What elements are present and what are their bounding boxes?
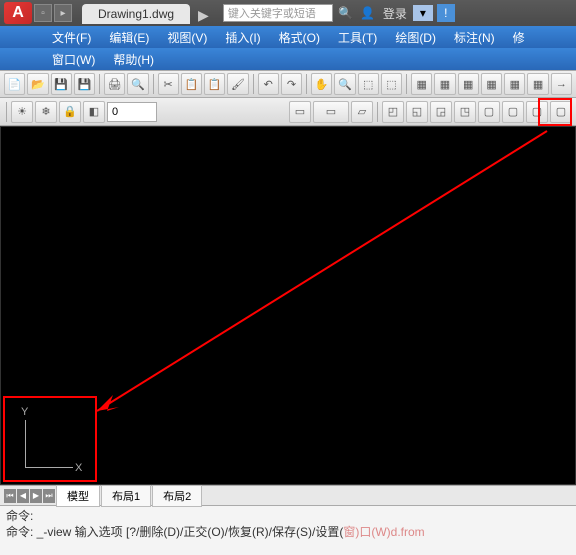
qc-icon[interactable]: ▦ [527, 73, 548, 95]
watermark-text: 窗)口(W)d.from [343, 525, 424, 539]
menu-modify[interactable]: 修 [505, 27, 533, 48]
view-iso2-icon[interactable]: ◱ [406, 101, 428, 123]
menu-file[interactable]: 文件(F) [44, 27, 99, 48]
tab-add-icon[interactable]: ▶ [192, 7, 215, 24]
info-icon[interactable]: ! [437, 4, 455, 22]
match-icon[interactable]: 🖌 [227, 73, 248, 95]
layout-nav-first-icon[interactable]: ⏮ [4, 489, 16, 503]
command-history-2: 命令: _-view 输入选项 [?/删除(D)/正交(O)/恢复(R)/保存(… [6, 524, 570, 540]
toolbar-layers-views: ☀ ❄ 🔒 ◧ 0 ▭ ▭ ▱ ◰ ◱ ◲ ◳ ▢ ▢ ▢ ▢ [0, 98, 576, 126]
layer-combo[interactable]: 0 [107, 102, 157, 122]
view-iso4-icon[interactable]: ◳ [454, 101, 476, 123]
view-back-icon[interactable]: ▢ [502, 101, 524, 123]
save-icon[interactable]: 💾 [51, 73, 72, 95]
copy-icon[interactable]: 📋 [181, 73, 202, 95]
view-top-icon[interactable]: ▱ [351, 101, 373, 123]
qat-open-icon[interactable]: ▸ [54, 4, 72, 22]
command-line[interactable]: 命令: 命令: _-view 输入选项 [?/删除(D)/正交(O)/恢复(R)… [0, 505, 576, 555]
markup-icon[interactable]: ▦ [504, 73, 525, 95]
layer-lock-icon[interactable]: 🔒 [59, 101, 81, 123]
dc-icon[interactable]: ▦ [434, 73, 455, 95]
undo-icon[interactable]: ↶ [258, 73, 279, 95]
layer-color-icon[interactable]: ◧ [83, 101, 105, 123]
search-icon[interactable]: 🔍 [337, 4, 355, 22]
zoom-win-icon[interactable]: ⬚ [358, 73, 379, 95]
drawing-canvas[interactable]: Y X [0, 126, 576, 485]
view-manager-icon[interactable]: ▭ [313, 101, 349, 123]
layout-nav-next-icon[interactable]: ▶ [30, 489, 42, 503]
annotation-arrow [1, 127, 576, 486]
layout-tab-2[interactable]: 布局2 [152, 485, 202, 507]
annotation-box-ucs [3, 396, 97, 482]
view-front-icon[interactable]: ▢ [478, 101, 500, 123]
menu-bar: 文件(F) 编辑(E) 视图(V) 插入(I) 格式(O) 工具(T) 绘图(D… [0, 26, 576, 48]
command-history-1: 命令: [6, 508, 570, 524]
layout-tab-model[interactable]: 模型 [56, 485, 100, 507]
view-left-icon[interactable]: ▢ [526, 101, 548, 123]
view-iso1-icon[interactable]: ◰ [382, 101, 404, 123]
menu-help[interactable]: 帮助(H) [105, 49, 162, 70]
paste-icon[interactable]: 📋 [204, 73, 225, 95]
arrow-icon[interactable]: → [551, 73, 572, 95]
cut-icon[interactable]: ✂ [158, 73, 179, 95]
zoom-prev-icon[interactable]: ⬚ [381, 73, 402, 95]
open-icon[interactable]: 📂 [27, 73, 48, 95]
view-iso3-icon[interactable]: ◲ [430, 101, 452, 123]
redo-icon[interactable]: ↷ [281, 73, 302, 95]
user-icon[interactable]: 👤 [359, 4, 377, 22]
preview-icon[interactable]: 🔍 [127, 73, 148, 95]
menu-format[interactable]: 格式(O) [271, 27, 328, 48]
layer-flyout-icon[interactable]: ☀ [11, 101, 33, 123]
menu-view[interactable]: 视图(V) [159, 27, 215, 48]
named-views-icon[interactable]: ▭ [289, 101, 311, 123]
qat-new-icon[interactable]: ▫ [34, 4, 52, 22]
props-icon[interactable]: ▦ [411, 73, 432, 95]
ucs-y-label: Y [21, 406, 28, 418]
menu-tools[interactable]: 工具(T) [330, 27, 385, 48]
pan-icon[interactable]: ✋ [311, 73, 332, 95]
title-bar: A ▫ ▸ Drawing1.dwg ▶ 键入关键字或短语 🔍 👤 登录 ▾ ! [0, 0, 576, 26]
layout-tab-1[interactable]: 布局1 [101, 485, 151, 507]
zoom-icon[interactable]: 🔍 [334, 73, 355, 95]
tp-icon[interactable]: ▦ [458, 73, 479, 95]
menu-window[interactable]: 窗口(W) [44, 49, 103, 70]
ucs-x-label: X [75, 462, 82, 474]
layout-nav-prev-icon[interactable]: ◀ [17, 489, 29, 503]
saveas-icon[interactable]: 💾 [74, 73, 95, 95]
layout-tabs: ⏮ ◀ ▶ ⏭ 模型 布局1 布局2 [0, 485, 576, 505]
layer-freeze-icon[interactable]: ❄ [35, 101, 57, 123]
new-icon[interactable]: 📄 [4, 73, 25, 95]
search-input[interactable]: 键入关键字或短语 [223, 4, 333, 22]
menu-bar-2: 窗口(W) 帮助(H) [0, 48, 576, 70]
layout-nav-last-icon[interactable]: ⏭ [43, 489, 55, 503]
plot-icon[interactable]: 🖨 [104, 73, 125, 95]
menu-insert[interactable]: 插入(I) [217, 27, 268, 48]
window-dropdown-icon[interactable]: ▾ [413, 5, 433, 21]
menu-edit[interactable]: 编辑(E) [101, 27, 157, 48]
menu-draw[interactable]: 绘图(D) [387, 27, 444, 48]
file-tab[interactable]: Drawing1.dwg [82, 4, 190, 24]
ssm-icon[interactable]: ▦ [481, 73, 502, 95]
app-logo-icon[interactable]: A [4, 2, 32, 24]
view-right-icon[interactable]: ▢ [550, 101, 572, 123]
menu-dimension[interactable]: 标注(N) [446, 27, 503, 48]
login-button[interactable]: 登录 [383, 5, 407, 22]
toolbar-standard: 📄 📂 💾 💾 🖨 🔍 ✂ 📋 📋 🖌 ↶ ↷ ✋ 🔍 ⬚ ⬚ ▦ ▦ ▦ ▦ … [0, 70, 576, 98]
